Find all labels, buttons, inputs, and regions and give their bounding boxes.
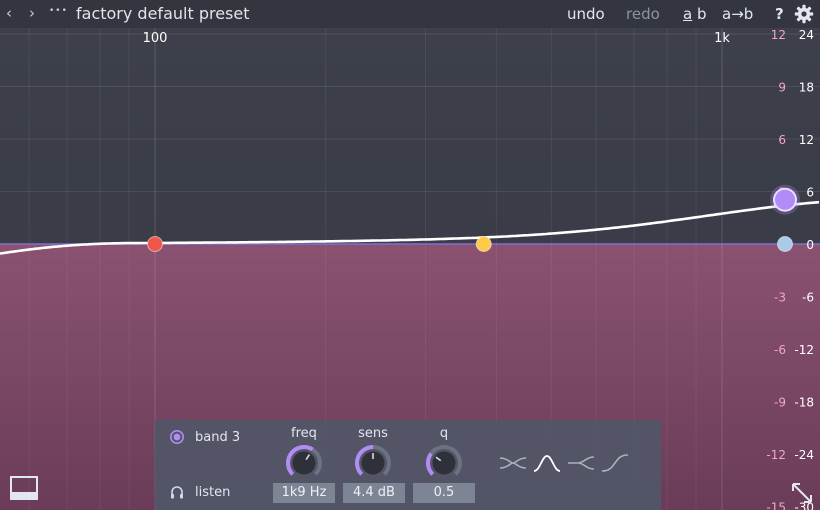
sensitivity-scale-label: 6	[778, 133, 786, 147]
gain-scale-label: 0	[806, 238, 814, 252]
q-knob[interactable]	[424, 443, 464, 483]
gain-scale-label: 12	[799, 133, 814, 147]
knob-body	[292, 451, 316, 475]
sensitivity-scale-label: 12	[771, 28, 786, 42]
sensitivity-scale-label: -12	[766, 448, 786, 462]
q-label: q	[439, 426, 449, 441]
gain-scale-label: -24	[794, 448, 814, 462]
sensitivity-scale-label: -15	[766, 501, 786, 510]
gear-icon[interactable]	[794, 4, 814, 24]
gain-scale-label: 6	[806, 186, 814, 200]
sensitivity-scale-label: -3	[774, 291, 786, 305]
gain-scale-label: -12	[794, 343, 814, 357]
gain-scale-label: -18	[794, 396, 814, 410]
forward-icon[interactable]: ›	[29, 4, 35, 22]
gain-scale-label: -6	[802, 291, 814, 305]
resize-icon[interactable]	[789, 480, 815, 506]
freq-knob[interactable]	[284, 443, 324, 483]
tilt-icon[interactable]	[600, 452, 630, 474]
copy-a-to-b-button[interactable]: a→b	[722, 5, 753, 23]
preset-name[interactable]: factory default preset	[76, 4, 250, 23]
bell-icon[interactable]	[532, 452, 562, 474]
sens-value[interactable]: 4.4 dB	[343, 483, 405, 503]
sensitivity-scale-label: -6	[774, 343, 786, 357]
band-label: band 3	[195, 430, 241, 445]
freq-label: freq	[291, 426, 317, 441]
sensitivity-scale-label: 9	[778, 81, 786, 95]
frequency-label: 1k	[714, 31, 730, 46]
undo-button[interactable]: undo	[567, 5, 605, 23]
band-enable-icon[interactable]	[169, 429, 185, 445]
gain-scale-label: 18	[799, 81, 814, 95]
headphones-icon[interactable]	[169, 484, 185, 500]
frequency-label: 100	[143, 31, 168, 46]
band-node-5[interactable]	[777, 236, 793, 252]
high-shelf-icon[interactable]	[566, 452, 596, 474]
analyzer-toggle-icon[interactable]	[8, 475, 40, 501]
menu-dots-icon[interactable]: •••	[49, 6, 68, 16]
knob-body	[432, 451, 456, 475]
redo-button[interactable]: redo	[626, 5, 660, 23]
sens-label: sens	[358, 426, 388, 441]
help-button[interactable]: ?	[775, 5, 784, 23]
listen-label[interactable]: listen	[195, 485, 230, 500]
ab-a-button[interactable]: a	[683, 5, 692, 23]
sensitivity-scale-label: -9	[774, 396, 786, 410]
low-shelf-icon[interactable]	[498, 452, 528, 474]
band-node-2[interactable]	[147, 236, 163, 252]
band-node-3[interactable]	[773, 187, 797, 212]
knob-value-arc	[426, 452, 435, 476]
sens-knob[interactable]	[353, 443, 393, 483]
back-icon[interactable]: ‹	[6, 4, 12, 22]
eq-plugin-window: ‹ › ••• factory default preset undo redo…	[0, 0, 820, 510]
top-bar: ‹ › ••• factory default preset undo redo…	[0, 0, 820, 28]
gain-scale-label: 24	[799, 28, 814, 42]
q-value[interactable]: 0.5	[413, 483, 475, 503]
ab-b-button[interactable]: b	[697, 5, 707, 23]
band-node-4[interactable]	[475, 236, 492, 252]
freq-value[interactable]: 1k9 Hz	[273, 483, 335, 503]
